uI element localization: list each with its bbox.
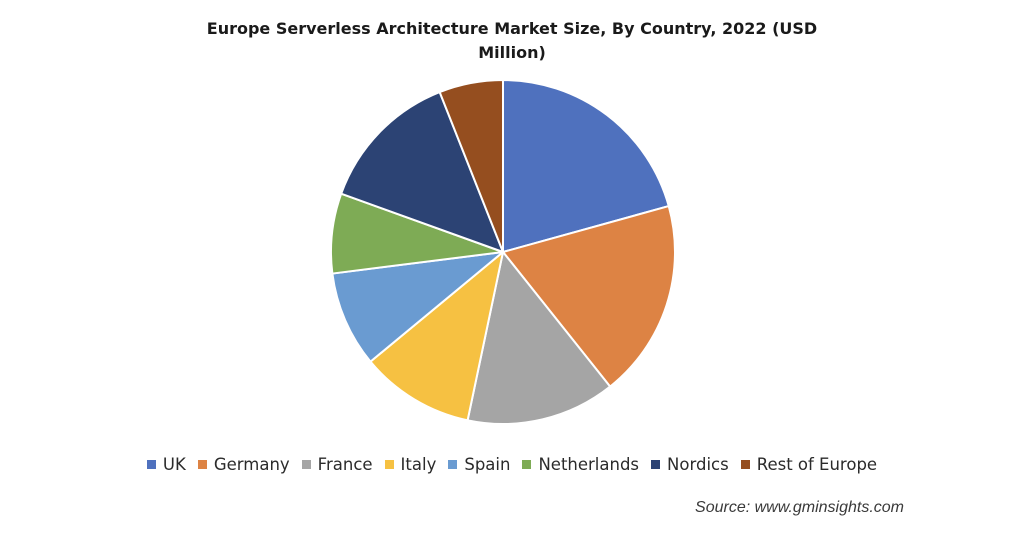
legend-swatch <box>197 460 207 469</box>
legend-label: Spain <box>464 455 511 474</box>
legend-item-france: France <box>301 455 373 474</box>
legend-label: Nordics <box>667 455 729 474</box>
legend-item-germany: Germany <box>197 455 290 474</box>
legend-item-italy: Italy <box>384 455 437 474</box>
legend-item-spain: Spain <box>448 455 510 474</box>
legend-swatch <box>740 460 750 469</box>
legend-swatch <box>522 460 532 469</box>
legend-label: UK <box>162 455 186 474</box>
legend-item-uk: UK <box>146 455 186 474</box>
legend-item-nordics: Nordics <box>651 455 729 474</box>
legend-swatch <box>301 460 311 469</box>
legend-swatch <box>146 460 156 469</box>
legend-swatch <box>384 460 394 469</box>
legend-swatch <box>448 460 458 469</box>
legend-item-netherlands: Netherlands <box>522 455 639 474</box>
legend-label: Italy <box>400 455 437 474</box>
legend-label: Rest of Europe <box>756 455 878 474</box>
legend-label: France <box>317 455 373 474</box>
legend: UK Germany France Italy Spain Netherlands Nord… <box>0 455 1024 474</box>
source-note: Source: www.gminsights.com <box>695 499 904 516</box>
legend-swatch <box>651 460 661 469</box>
legend-item-rest-of-europe: Rest of Europe <box>740 455 878 474</box>
legend-label: Netherlands <box>538 455 640 474</box>
legend-label: Germany <box>213 455 290 474</box>
